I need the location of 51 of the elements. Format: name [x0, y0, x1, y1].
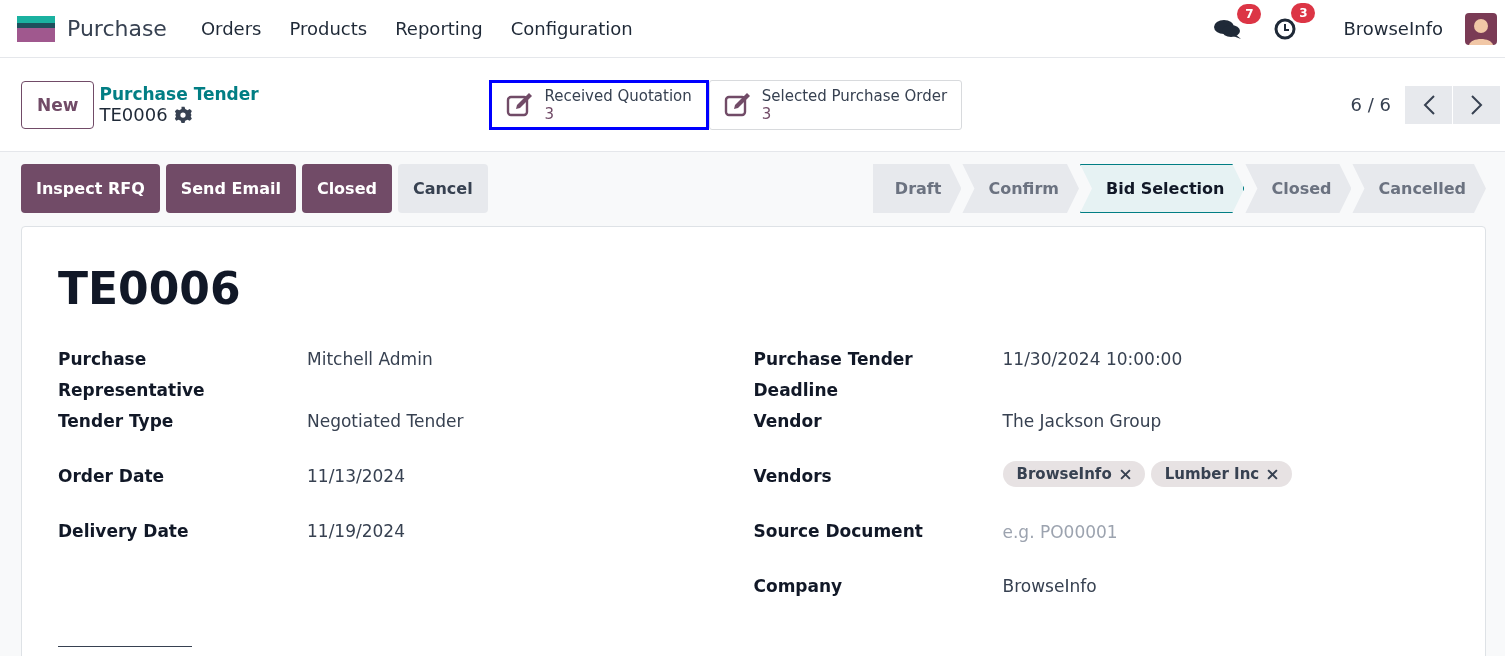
field-value[interactable]: Mitchell Admin	[307, 344, 433, 375]
smart-button[interactable]: Received Quotation 3	[489, 79, 709, 130]
field-label: Vendors	[753, 465, 833, 488]
action-button[interactable]: Closed	[301, 164, 392, 213]
field-label: Company	[753, 575, 844, 598]
field-label: Vendor	[753, 410, 823, 433]
field-label: Source Document	[753, 520, 924, 543]
status-stage[interactable]: Confirm	[962, 164, 1079, 213]
action-button[interactable]: Cancel	[397, 164, 488, 213]
field-label: Order Date	[58, 465, 166, 488]
status-stage[interactable]: Draft	[872, 164, 962, 213]
field-value[interactable]: 11/13/2024	[307, 461, 405, 492]
breadcrumb-link[interactable]: Purchase Tender	[99, 84, 259, 104]
user-name[interactable]: BrowseInfo	[1343, 18, 1443, 39]
record-name: TE0006	[99, 104, 168, 125]
action-button[interactable]: Inspect RFQ	[21, 164, 160, 213]
smart-button[interactable]: Selected Purchase Order 3	[708, 79, 963, 130]
field-value[interactable]: BrowseInfo	[1002, 571, 1097, 602]
field-value[interactable]: Negotiated Tender	[307, 406, 464, 437]
new-button[interactable]: New	[21, 80, 95, 129]
menu-item[interactable]: Reporting	[381, 18, 497, 39]
field-label: Purchase Representative	[58, 348, 206, 402]
action-button[interactable]: Send Email	[165, 164, 296, 213]
menu-item[interactable]: Orders	[186, 18, 276, 39]
field-label: Delivery Date	[58, 520, 190, 543]
message-count-badge: 7	[1237, 3, 1262, 24]
field-value[interactable]: 11/19/2024	[307, 516, 405, 547]
chevron-right-icon	[1469, 93, 1484, 116]
field-label: Purchase Tender Deadline	[753, 348, 914, 402]
record-title: TE0006	[58, 263, 242, 314]
status-stage[interactable]: Cancelled	[1352, 164, 1486, 213]
vendor-tag[interactable]: Lumber Inc	[1150, 461, 1293, 487]
menu-item[interactable]: Products	[275, 18, 382, 39]
vendor-tag[interactable]: BrowseInfo	[1002, 461, 1145, 487]
app-name[interactable]: Purchase	[67, 16, 167, 41]
activity-count-badge: 3	[1291, 2, 1316, 23]
close-icon[interactable]	[1267, 468, 1279, 480]
pager-counter: 6 / 6	[1350, 94, 1391, 115]
chevron-left-icon	[1421, 93, 1436, 116]
menu-item[interactable]: Configuration	[496, 18, 647, 39]
previous-button[interactable]	[1405, 85, 1452, 124]
gear-icon[interactable]	[173, 105, 192, 124]
clock-icon[interactable]	[1273, 16, 1298, 41]
status-stage[interactable]: Bid Selection	[1080, 164, 1245, 213]
next-button[interactable]	[1453, 85, 1500, 124]
field-value[interactable]: The Jackson Group	[1002, 406, 1162, 437]
field-value[interactable]: 11/30/2024 10:00:00	[1002, 344, 1183, 375]
status-stage[interactable]: Closed	[1245, 164, 1352, 213]
app-logo-icon[interactable]	[17, 15, 55, 42]
field-label: Tender Type	[58, 410, 175, 433]
close-icon[interactable]	[1119, 468, 1131, 480]
